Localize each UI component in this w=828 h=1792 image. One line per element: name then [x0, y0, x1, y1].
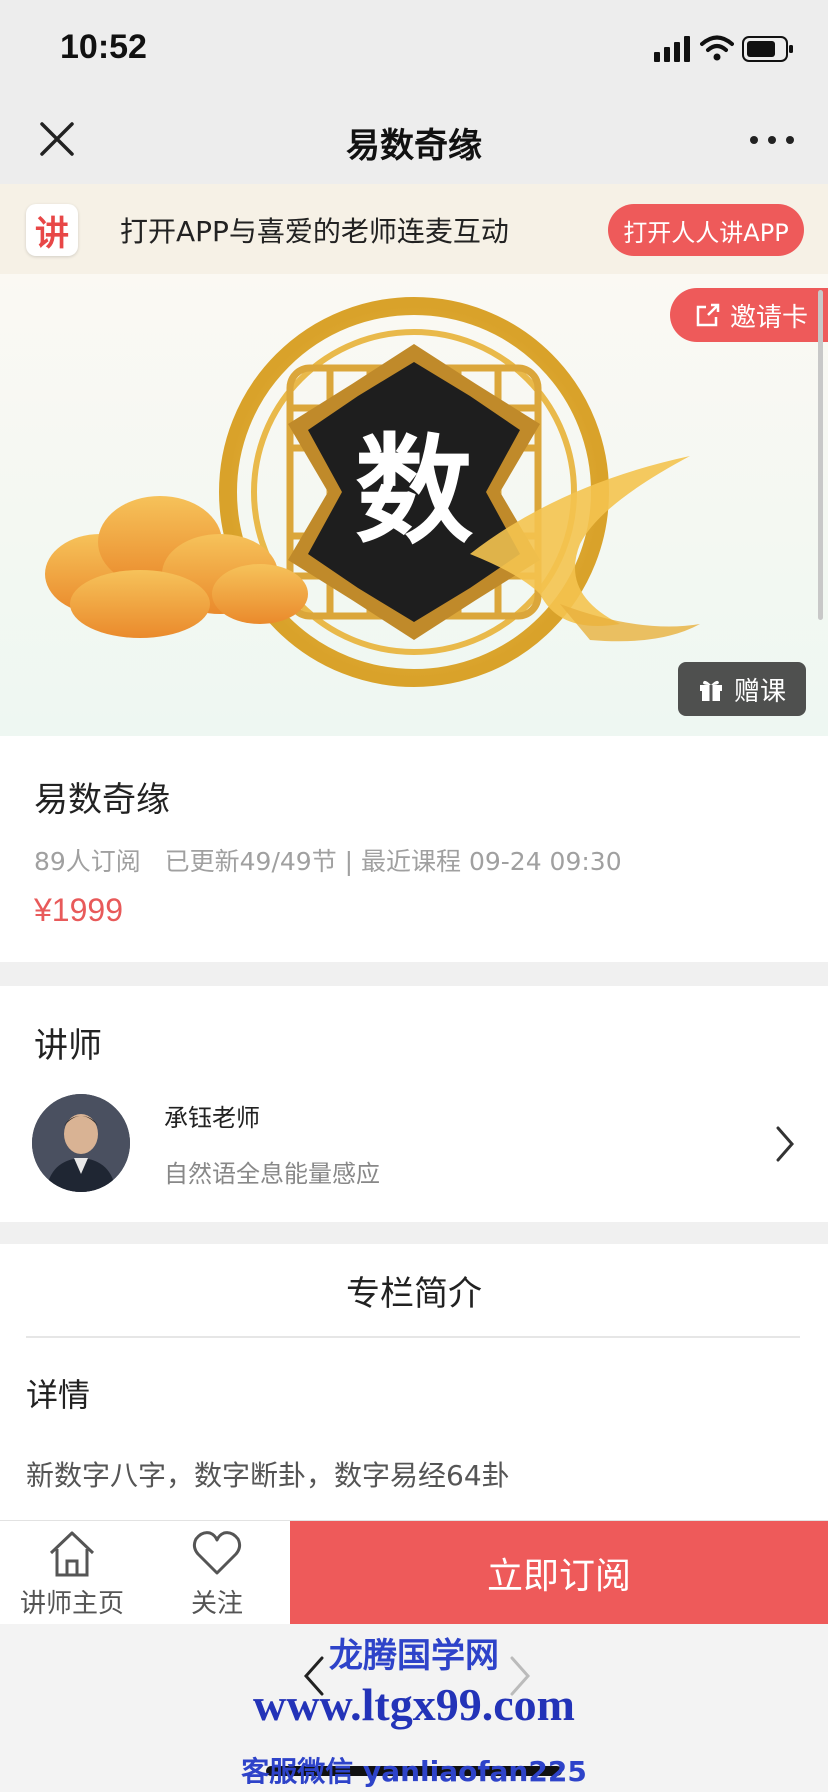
watermark-contact: 客服微信 yanliaofan225 — [241, 1755, 587, 1788]
lecturer-home-label: 讲师主页 — [19, 1588, 124, 1619]
gift-course-label: 赠课 — [733, 676, 786, 707]
share-icon — [696, 303, 720, 327]
course-meta: 89人订阅 已更新49/49节 | 最近课程 09-24 09:30 — [34, 847, 622, 876]
detail-text: 新数字八字，数字断卦，数字易经64卦 — [26, 1459, 510, 1492]
open-app-banner: 讲 打开APP与喜爱的老师连麦互动 打开人人讲APP — [0, 184, 828, 274]
more-icon[interactable] — [748, 128, 796, 152]
lecturer-description: 自然语全息能量感应 — [164, 1160, 380, 1188]
lecturer-heading: 讲师 — [34, 1026, 102, 1066]
status-bar: 10:52 — [0, 0, 828, 96]
watermark-site-name: 龙腾国学网 — [329, 1636, 499, 1676]
cover-glyph: 数 — [355, 422, 473, 560]
chevron-right-icon — [776, 1126, 794, 1162]
scrollbar — [818, 290, 823, 620]
battery-icon — [742, 36, 793, 62]
lecturer-row[interactable]: 承钰老师 自然语全息能量感应 — [0, 1090, 828, 1200]
banner-text: 打开APP与喜爱的老师连麦互动 — [120, 215, 509, 248]
nav-bar: 易数奇缘 — [0, 96, 828, 184]
gift-course-button[interactable]: 赠课 — [678, 662, 806, 716]
wifi-icon — [700, 35, 734, 61]
app-logo: 讲 — [26, 204, 78, 256]
lecturer-section: 讲师 承钰老师 自然语全息能量感应 — [0, 986, 828, 1222]
signal-icon — [654, 36, 690, 62]
subscribe-button[interactable]: 立即订阅 — [290, 1521, 828, 1625]
course-title: 易数奇缘 — [34, 780, 170, 820]
home-icon — [49, 1531, 95, 1576]
follow-button[interactable]: 关注 — [144, 1521, 290, 1625]
column-intro-heading: 专栏简介 — [346, 1274, 482, 1314]
divider — [26, 1336, 800, 1338]
page-title: 易数奇缘 — [346, 126, 482, 166]
open-app-button[interactable]: 打开人人讲APP — [608, 204, 804, 256]
status-time: 10:52 — [60, 28, 147, 66]
bottom-action-bar: 讲师主页 关注 立即订阅 — [0, 1520, 828, 1625]
avatar — [32, 1094, 130, 1192]
detail-heading: 详情 — [26, 1376, 91, 1414]
course-info: 易数奇缘 89人订阅 已更新49/49节 | 最近课程 09-24 09:30 … — [0, 736, 828, 962]
watermark-url: www.ltgx99.com — [253, 1679, 575, 1730]
lecturer-name: 承钰老师 — [164, 1104, 260, 1132]
invite-card-button[interactable]: 邀请卡 — [670, 288, 828, 342]
browser-toolbar: 龙腾国学网 www.ltgx99.com 客服微信 yanliaofan225 — [0, 1624, 828, 1792]
course-price: ¥1999 — [34, 892, 123, 928]
invite-card-label: 邀请卡 — [730, 302, 809, 333]
course-cover: 数 邀请卡 赠课 — [0, 274, 828, 736]
lecturer-home-button[interactable]: 讲师主页 — [0, 1521, 144, 1625]
column-intro-section: 专栏简介 详情 新数字八字，数字断卦，数字易经64卦 — [0, 1244, 828, 1520]
heart-icon — [192, 1530, 242, 1574]
gift-icon — [699, 680, 722, 701]
follow-label: 关注 — [190, 1588, 243, 1619]
